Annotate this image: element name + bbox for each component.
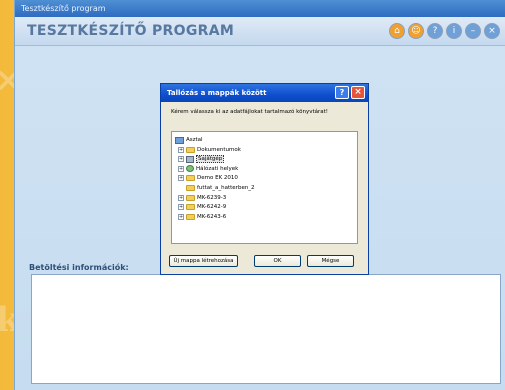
folder-icon (186, 146, 195, 153)
tree-item[interactable]: + MK-6243-6 (178, 213, 226, 221)
expand-icon[interactable]: + (178, 165, 184, 172)
tree-item[interactable]: + MK-6239-3 (178, 194, 226, 202)
folder-icon (186, 204, 195, 211)
computer-icon (186, 155, 194, 163)
folder-icon (186, 194, 195, 201)
folder-icon (186, 185, 195, 191)
expand-icon[interactable]: + (178, 213, 184, 220)
expand-icon[interactable]: + (178, 204, 184, 211)
ok-button[interactable]: OK (254, 255, 301, 267)
expand-icon[interactable]: + (178, 175, 184, 182)
tree-item[interactable]: + MK-6242-9 (178, 203, 226, 211)
expand-icon[interactable] (178, 185, 184, 191)
expand-icon[interactable]: + (178, 156, 184, 163)
dialog-title: Tallózás a mappák között (167, 89, 267, 97)
tree-item-label: MK-6239-3 (197, 194, 227, 201)
folder-icon (186, 175, 195, 182)
folder-icon (186, 213, 195, 220)
tree-item-label: futtat_a_hatterben_2 (197, 185, 255, 191)
tree-item[interactable]: + Dokumentumok (178, 146, 241, 154)
expand-icon[interactable]: + (178, 146, 184, 153)
expand-icon[interactable]: + (178, 194, 184, 201)
app-header: TESZTKÉSZÍTŐ PROGRAM ⌂ ☺? i – × (15, 17, 505, 46)
tree-item-label: Sajátgép (196, 155, 225, 164)
person-icon[interactable]: ☺ (408, 23, 424, 39)
tree-item-label: MK-6243-6 (197, 213, 227, 220)
folder-tree[interactable]: Asztal + Dokumentumok + Sajátgép + Hálózati he… (171, 131, 358, 244)
tree-item[interactable]: + Sajátgép (178, 155, 225, 164)
dialog-titlebar: Tallózás a mappák között ? × (161, 84, 368, 102)
tree-item-label: Asztal (186, 137, 203, 143)
browse-folder-dialog: Tallózás a mappák között ? × Kérem válas… (160, 83, 369, 275)
tree-item-label: Dokumentumok (197, 146, 241, 153)
app-title: TESZTKÉSZÍTŐ PROGRAM (27, 23, 235, 39)
window-titlebar: Tesztkészítő program (15, 0, 505, 17)
close-icon[interactable]: × (484, 23, 500, 39)
tree-item[interactable]: + Hálózati helyek (178, 165, 238, 173)
dialog-footer: Új mappa létrehozása OK Mégse (169, 255, 362, 267)
help-button[interactable]: ? (335, 86, 349, 99)
network-icon (186, 165, 194, 173)
cancel-button[interactable]: Mégse (307, 255, 354, 267)
dialog-prompt: Kérem válassza ki az adatfájlokat tartal… (171, 109, 328, 115)
tree-item[interactable]: + Demo EK 2010 (178, 174, 238, 182)
info-label: Betöltési információk: (29, 263, 129, 272)
tree-item[interactable]: Asztal (175, 136, 203, 144)
info-icon[interactable]: i (446, 23, 462, 39)
tree-item[interactable]: futtat_a_hatterben_2 (178, 184, 255, 192)
header-icons: ⌂ ☺? i – × (389, 23, 500, 39)
tree-item-label: MK-6242-9 (197, 204, 227, 211)
help-icon[interactable]: ? (427, 23, 443, 39)
new-folder-button[interactable]: Új mappa létrehozása (169, 255, 238, 267)
close-button[interactable]: × (351, 86, 365, 99)
minimize-icon[interactable]: – (465, 23, 481, 39)
home-icon[interactable]: ⌂ (389, 23, 405, 39)
desktop-icon (175, 136, 184, 144)
tree-item-label: Hálózati helyek (196, 165, 239, 172)
tree-item-label: Demo EK 2010 (197, 175, 238, 182)
info-textbox[interactable] (31, 274, 501, 384)
